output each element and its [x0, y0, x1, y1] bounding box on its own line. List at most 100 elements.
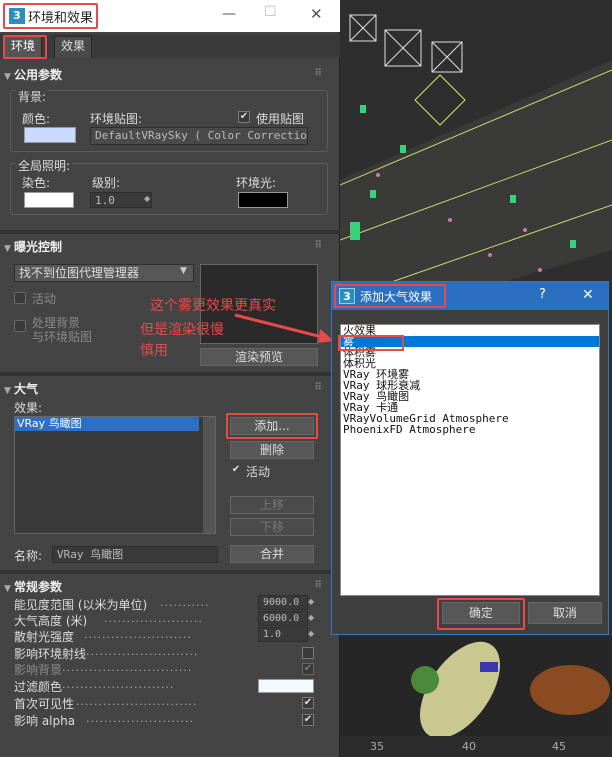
visibility-range-input[interactable]: 9000.0 — [258, 595, 308, 610]
leader-dots: ............................. — [62, 661, 193, 674]
leader-dots: ........... — [160, 596, 210, 609]
affect-bg-checkbox[interactable]: ✔ — [302, 663, 314, 675]
ruler-label: 45 — [552, 740, 566, 753]
tab-bar: 环境 效果 — [0, 34, 340, 59]
environment-effects-window: 3 环境和效果 — ☐ ✕ 环境 效果 ▼ 公用参数 ⠿ 背景: 颜色: 环境贴图:… — [0, 0, 340, 757]
ruler-label: 35 — [370, 740, 384, 753]
move-up-button[interactable]: 上移 — [230, 496, 314, 514]
leader-dots: ........................... — [76, 695, 198, 708]
level-input[interactable]: 1.0 — [90, 192, 152, 208]
section-title: 曝光控制 — [14, 240, 63, 254]
process-bg-checkbox[interactable] — [14, 320, 26, 332]
affect-bg-label: 影响背景 — [14, 663, 63, 677]
add-atmosphere-dialog: 3 添加大气效果 ? ✕ 火效果 雾 体积雾 体积光 VRay 环境雾 VRay… — [331, 281, 609, 635]
close-icon[interactable]: ✕ — [310, 5, 323, 23]
section-exposure[interactable]: ▼ 曝光控制 ⠿ — [4, 238, 332, 256]
tint-color-swatch[interactable] — [24, 192, 74, 208]
annotation-text: 但是渲染很慢 — [140, 322, 224, 338]
background-label: 背景: — [16, 88, 49, 105]
leader-dots: ........................ — [84, 628, 192, 641]
leader-dots: ........................ — [86, 712, 194, 725]
effects-list[interactable]: VRay 鸟瞰图 — [14, 416, 216, 534]
visibility-range-label: 能见度范围 (以米为单位) — [14, 598, 148, 612]
fog-highlight — [338, 335, 404, 351]
section-title: 公用参数 — [14, 68, 63, 82]
ok-button[interactable]: 确定 — [442, 602, 520, 624]
use-map-checkbox[interactable]: ✔ — [238, 111, 250, 123]
tab-highlight — [3, 35, 47, 59]
divider — [0, 372, 340, 376]
divider — [0, 230, 340, 234]
minimize-icon[interactable]: — — [222, 6, 236, 22]
atmo-height-input[interactable]: 6000.0 — [258, 611, 308, 626]
color-label: 颜色: — [22, 112, 51, 126]
affect-alpha-label: 影响 alpha — [14, 714, 76, 728]
background-color-swatch[interactable] — [24, 127, 76, 143]
exposure-active-checkbox[interactable] — [14, 292, 26, 304]
effects-list-item[interactable]: VRay 鸟瞰图 — [15, 417, 199, 431]
scrollbar[interactable] — [203, 417, 215, 533]
env-map-label: 环境贴图: — [90, 112, 143, 126]
first-visibility-checkbox[interactable]: ✔ — [302, 697, 314, 709]
section-general-params[interactable]: ▼ 常规参数 ⠿ — [4, 578, 332, 596]
ruler: 35 40 45 — [340, 740, 612, 754]
ruler-label: 40 — [462, 740, 476, 753]
atmo-active-checkbox[interactable]: ✔ — [230, 465, 242, 477]
close-icon[interactable]: ✕ — [582, 287, 594, 303]
filter-color-label: 过滤颜色 — [14, 680, 63, 694]
filter-color-swatch[interactable] — [258, 679, 314, 693]
list-item[interactable]: PhoenixFD Atmosphere — [341, 424, 599, 435]
dialog-title-bar[interactable]: 3 添加大气效果 ? ✕ — [332, 282, 608, 310]
effects-label: 效果: — [14, 401, 43, 415]
spinner[interactable]: ◆ — [308, 629, 314, 638]
annotation-text: 慎用 — [140, 343, 168, 359]
spinner[interactable]: ◆ — [308, 613, 314, 622]
tint-label: 染色: — [22, 176, 51, 190]
level-label: 级别: — [92, 176, 121, 190]
annotation-arrow — [234, 313, 334, 343]
tab-effects[interactable]: 效果 — [54, 36, 93, 58]
leader-dots: ......................... — [86, 645, 199, 658]
merge-button[interactable]: 合并 — [230, 545, 314, 563]
ambient-color-swatch[interactable] — [238, 192, 288, 208]
app-icon: 3 — [9, 8, 25, 24]
level-spinner[interactable]: ◆ — [144, 194, 150, 203]
exposure-active-label: 活动 — [32, 292, 57, 306]
move-down-button[interactable]: 下移 — [230, 518, 314, 536]
ambient-label: 环境光: — [236, 176, 277, 190]
affect-env-rays-label: 影响环境射线 — [14, 647, 87, 661]
section-atmosphere[interactable]: ▼ 大气 ⠿ — [4, 380, 332, 398]
affect-alpha-checkbox[interactable]: ✔ — [302, 714, 314, 726]
add-button[interactable]: 添加... — [230, 417, 314, 435]
exposure-dropdown[interactable]: 找不到位图代理管理器 — [14, 264, 194, 282]
help-icon[interactable]: ? — [539, 287, 546, 302]
use-map-label: 使用贴图 — [256, 112, 305, 126]
chevron-down-icon: ▼ — [180, 266, 187, 276]
name-input[interactable]: VRay 鸟瞰图 — [52, 546, 218, 563]
title-bar[interactable]: 3 环境和效果 — ☐ ✕ — [0, 0, 340, 32]
scatter-intensity-label: 散射光强度 — [14, 630, 75, 644]
spinner[interactable]: ◆ — [308, 597, 314, 606]
maximize-icon[interactable]: ☐ — [264, 4, 277, 20]
section-title: 常规参数 — [14, 580, 63, 594]
affect-env-rays-checkbox[interactable] — [302, 647, 314, 659]
dialog-title: 添加大气效果 — [360, 290, 433, 304]
with-env-label: 与环境贴图 — [32, 330, 93, 344]
leader-dots: ......................... — [62, 678, 175, 691]
section-common-params[interactable]: ▼ 公用参数 ⠿ — [4, 66, 332, 84]
delete-button[interactable]: 删除 — [230, 441, 314, 459]
render-preview-button[interactable]: 渲染预览 — [200, 348, 318, 366]
section-title: 大气 — [14, 382, 39, 396]
atmo-active-label: 活动 — [246, 465, 271, 479]
atmosphere-list[interactable]: 火效果 雾 体积雾 体积光 VRay 环境雾 VRay 球形衰减 VRay 鸟瞰… — [340, 324, 600, 596]
divider — [0, 570, 340, 574]
first-visibility-label: 首次可见性 — [14, 697, 75, 711]
cancel-button[interactable]: 取消 — [528, 602, 602, 624]
atmo-height-label: 大气高度 (米) — [14, 614, 88, 628]
scatter-intensity-input[interactable]: 1.0 — [258, 627, 308, 642]
name-label: 名称: — [14, 549, 43, 563]
global-lighting-label: 全局照明: — [16, 157, 73, 174]
env-map-button[interactable]: DefaultVRaySky ( Color Correction ) — [90, 127, 308, 145]
window-title: 环境和效果 — [28, 11, 94, 26]
leader-dots: ...................... — [104, 612, 203, 625]
